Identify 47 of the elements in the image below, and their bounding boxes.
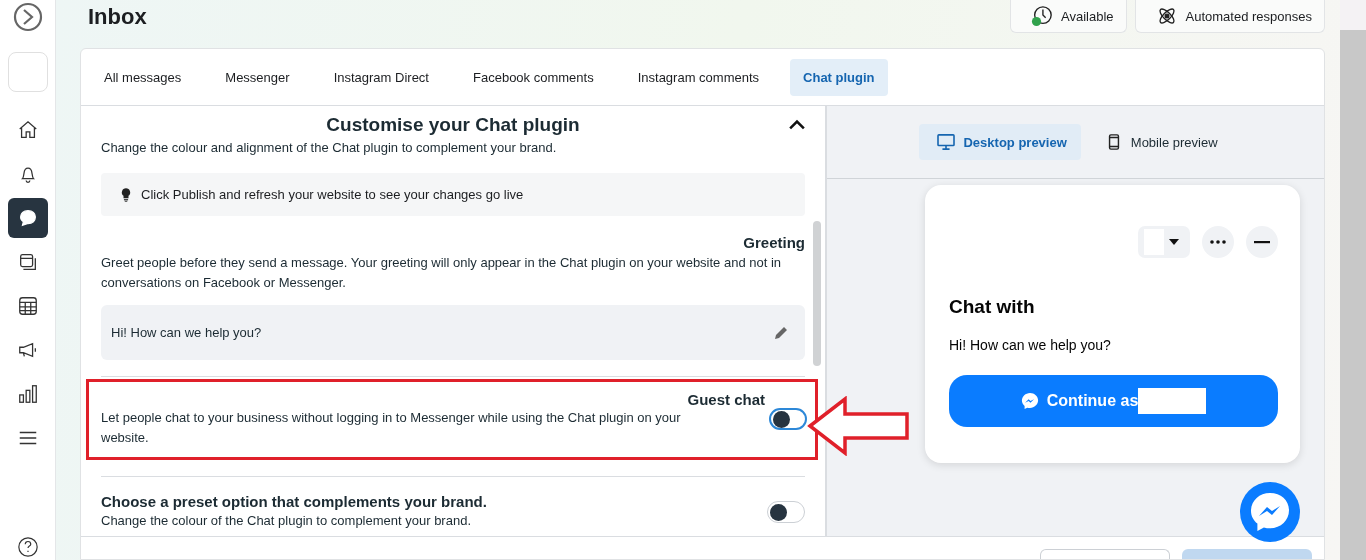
section-description: Change the colour and alignment of the Chat plugin to complement your brand. <box>101 139 558 157</box>
pencil-icon[interactable] <box>773 324 789 341</box>
minus-icon <box>1254 240 1270 244</box>
page-scrollbar[interactable] <box>1340 0 1366 560</box>
availability-button[interactable]: Available <box>1010 0 1127 33</box>
scrollbar[interactable] <box>813 221 821 366</box>
preset-title: Choose a preset option that complements your brand. <box>101 493 488 510</box>
automated-responses-button[interactable]: Automated responses <box>1134 0 1325 33</box>
more-icon <box>1210 240 1226 244</box>
greeting-title: Greeting <box>742 234 805 251</box>
bar-chart-icon <box>16 383 39 405</box>
chat-heading: Chat with <box>949 296 1036 318</box>
table-icon <box>16 295 39 317</box>
preset-description: Change the colour of the Chat plugin to complement your brand. <box>101 512 472 530</box>
inbox-tab[interactable]: Facebook comments <box>460 58 607 96</box>
mobile-preview-tab[interactable]: Mobile preview <box>1086 124 1232 160</box>
messenger-icon <box>1020 392 1039 410</box>
desktop-preview-tab[interactable]: Desktop preview <box>919 124 1081 160</box>
guest-chat-toggle[interactable] <box>769 408 807 430</box>
guest-chat-description: Let people chat to your business without logging in to Messenger while using the Chat plugin on your website. <box>101 409 682 447</box>
caret-icon <box>1169 239 1179 245</box>
nav-chat-bubble-button[interactable] <box>7 198 48 238</box>
greeting-field[interactable]: Hi! How can we help you? <box>101 305 805 360</box>
chat-greeting: Hi! How can we help you? <box>949 337 1112 353</box>
messenger-fab-icon[interactable] <box>1240 482 1300 542</box>
continue-button[interactable]: Continue as <box>949 375 1278 427</box>
inbox-tab[interactable]: Chat plugin <box>790 58 888 96</box>
logo-icon[interactable] <box>12 2 43 32</box>
guest-chat-title: Guest chat <box>686 391 765 408</box>
clock-icon <box>1031 5 1053 27</box>
greeting-description: Greet people before they send a message. Your greeting will only appear in the Chat plugin on your website and not in conversations on Facebook or Messenger. <box>101 254 783 292</box>
monitor-icon <box>937 134 956 150</box>
home-icon <box>16 119 39 141</box>
inbox-tab[interactable]: All messages <box>91 58 195 96</box>
page-title: Inbox <box>88 4 147 30</box>
inbox-tab[interactable]: Instagram comments <box>624 58 773 96</box>
redaction-block <box>1138 388 1207 414</box>
help-icon[interactable] <box>16 536 39 558</box>
tip-text: Click Publish and refresh your website to see your changes go live <box>141 187 524 202</box>
minimize-button[interactable] <box>1246 226 1278 258</box>
lightbulb-icon <box>121 186 131 203</box>
preset-toggle[interactable] <box>767 501 805 523</box>
chevron-icon[interactable] <box>789 119 805 131</box>
section-title: Customise your Chat plugin <box>326 114 580 136</box>
more-button[interactable] <box>1202 226 1234 258</box>
inbox-tab[interactable]: Messenger <box>212 58 303 96</box>
inbox-tab[interactable]: Instagram Direct <box>320 58 442 96</box>
